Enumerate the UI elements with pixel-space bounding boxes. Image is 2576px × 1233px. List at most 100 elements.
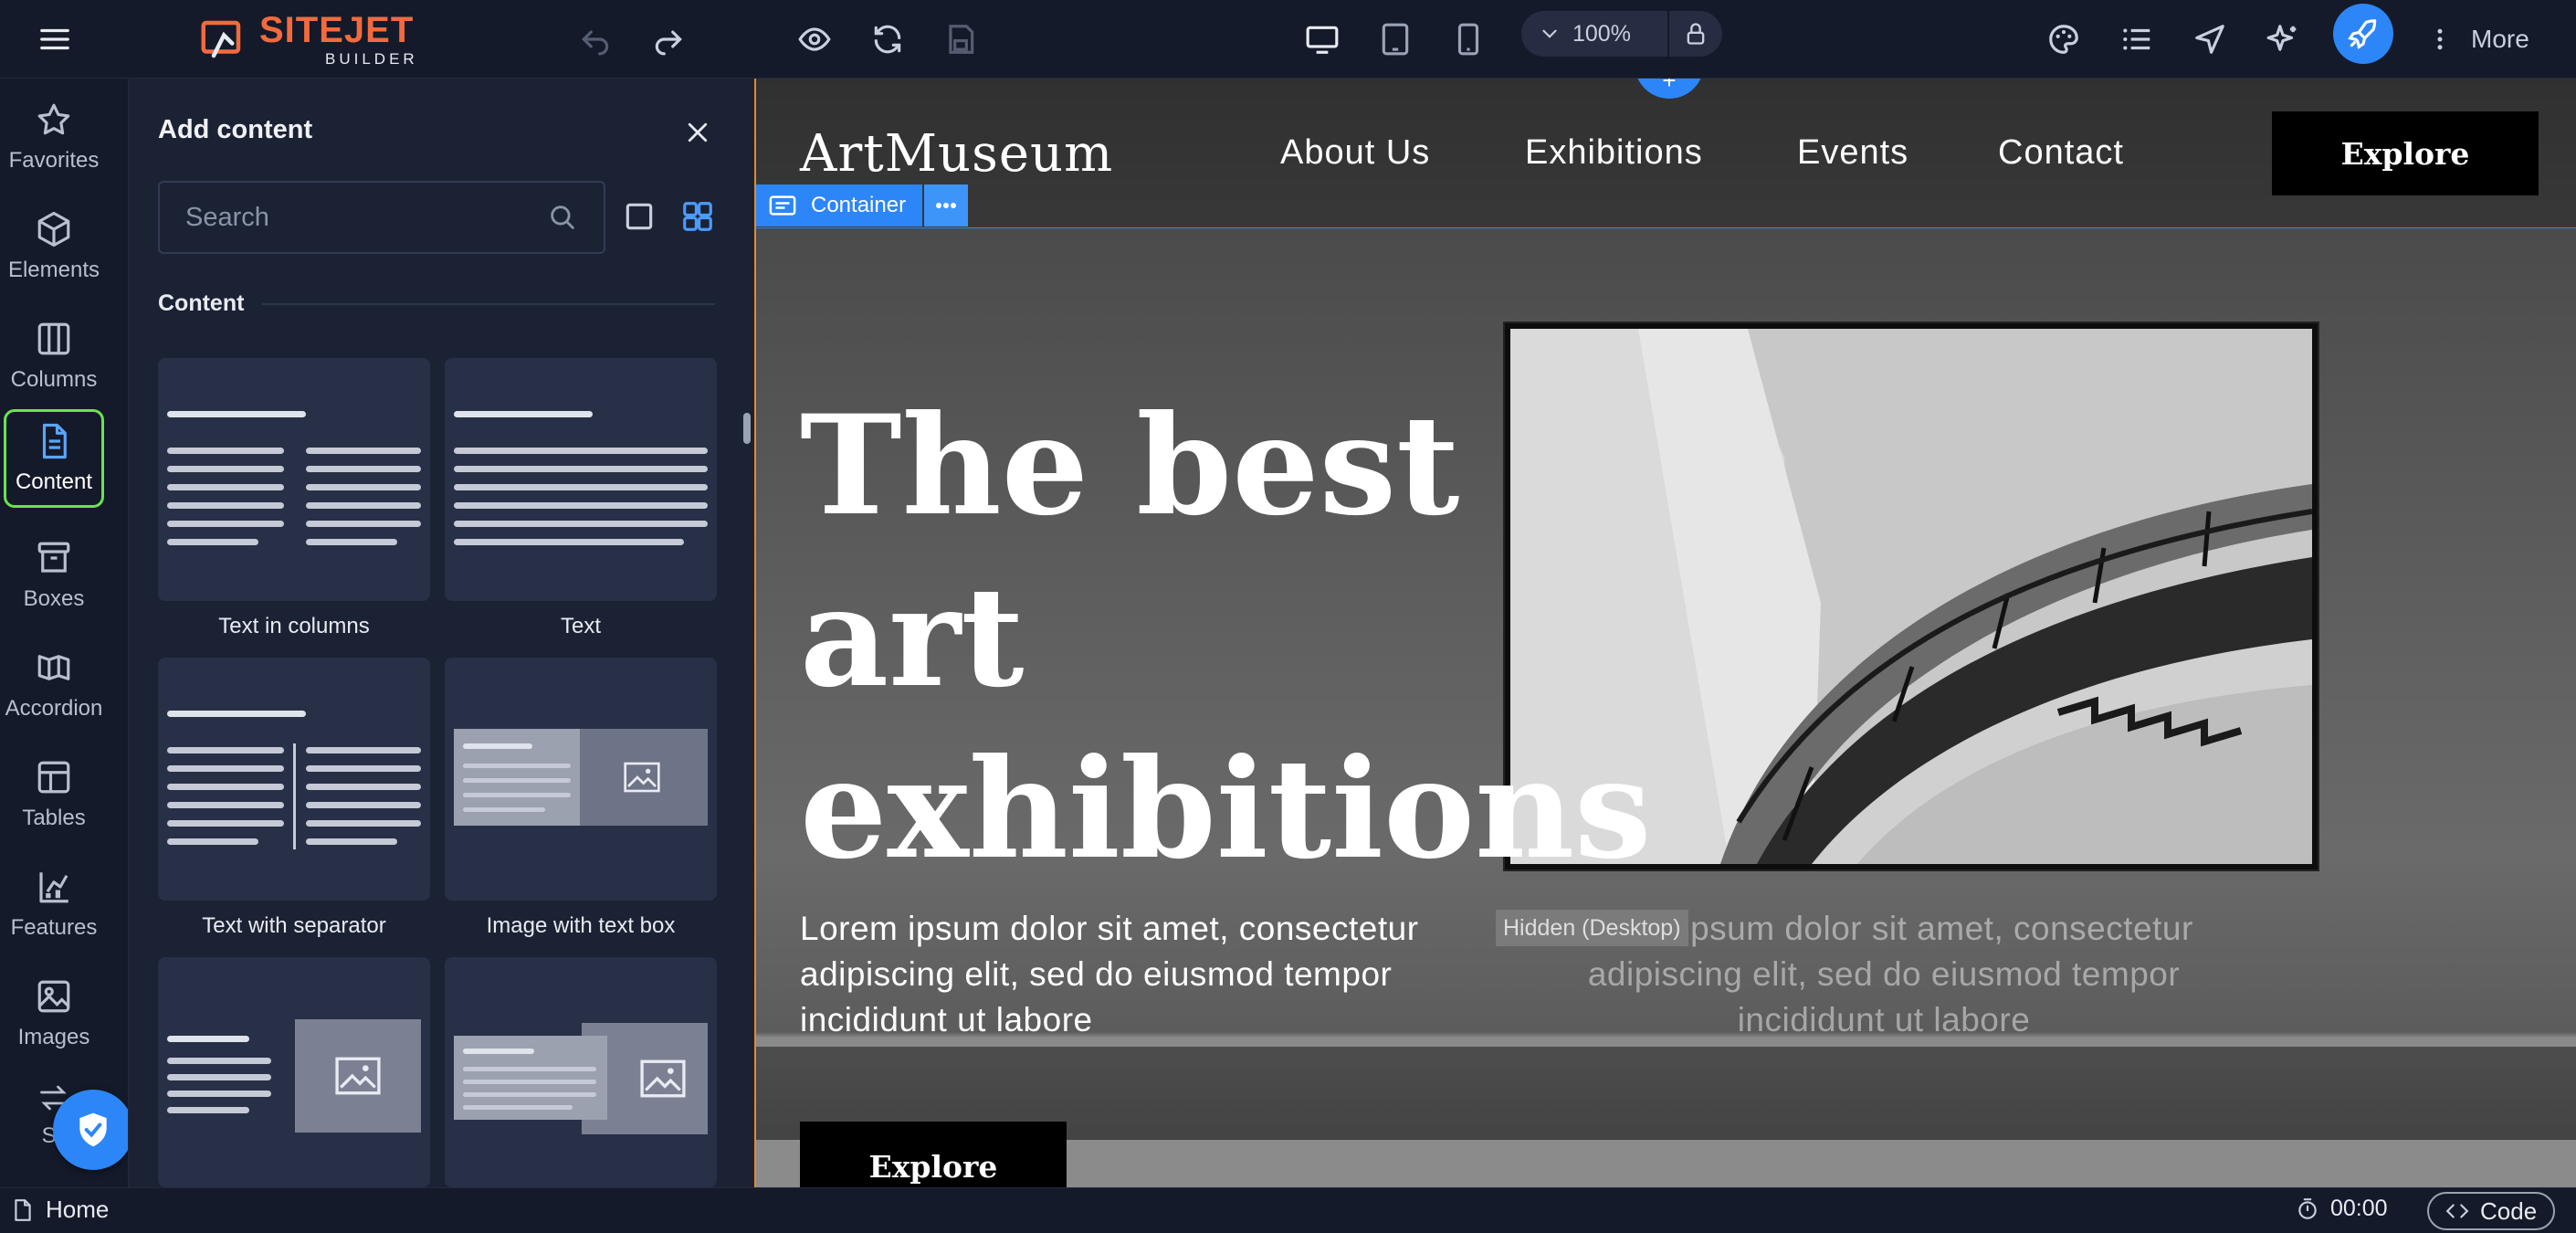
- search-icon: [551, 206, 574, 229]
- tile-text-in-columns[interactable]: [158, 358, 430, 601]
- mobile-view-icon[interactable]: [1441, 12, 1496, 67]
- sitejet-logo-icon: [201, 20, 241, 58]
- nav-link-contact[interactable]: Contact: [1998, 133, 2124, 173]
- palette-icon[interactable]: [2036, 12, 2091, 67]
- rail-item-favorites[interactable]: Favorites: [4, 88, 104, 186]
- container-badge[interactable]: Container: [756, 184, 969, 227]
- status-bar: Home 00:00 Code: [0, 1187, 2576, 1233]
- rocket-icon: [2348, 19, 2377, 49]
- lock-icon[interactable]: [1667, 11, 1722, 57]
- chevron-down-icon[interactable]: [1538, 22, 1561, 46]
- shield-check-icon: [79, 1112, 107, 1147]
- logo-main-text: SITEJET: [259, 10, 415, 50]
- panel-resize-handle[interactable]: [743, 413, 751, 444]
- tile-label: Text with separator: [202, 913, 386, 938]
- search-placeholder: Search: [185, 202, 269, 232]
- rail-item-label: Accordion: [5, 696, 103, 721]
- rail-item-tables[interactable]: Tables: [4, 745, 104, 844]
- rail-item-features[interactable]: Features: [4, 855, 104, 954]
- features-icon: [39, 872, 68, 903]
- container-label: Container: [811, 193, 907, 217]
- nav-link-events[interactable]: Events: [1797, 133, 1908, 173]
- rail-item-label: Images: [17, 1025, 90, 1049]
- tile-label: Text: [560, 614, 601, 638]
- logo-sub-text: BUILDER: [325, 50, 418, 68]
- timer-value: 00:00: [2330, 1196, 2388, 1221]
- top-toolbar: SITEJET BUILDER 100% More: [0, 0, 2576, 79]
- save-icon[interactable]: [933, 12, 988, 67]
- undo-icon[interactable]: [568, 12, 623, 67]
- archive-icon: [37, 542, 70, 573]
- grid-view-icon[interactable]: [680, 199, 715, 238]
- rail-item-columns[interactable]: Columns: [4, 307, 104, 406]
- add-content-panel: Add content Search Content Text in colum…: [128, 79, 754, 1187]
- more-label: More: [2471, 25, 2529, 53]
- desktop-view-icon[interactable]: [1295, 12, 1350, 67]
- timer: 00:00: [2296, 1196, 2388, 1222]
- star-icon: [37, 103, 70, 135]
- image-placeholder-icon: [640, 1059, 686, 1098]
- search-input[interactable]: Search: [158, 181, 605, 254]
- image-placeholder-icon: [624, 762, 660, 793]
- list-icon[interactable]: [2109, 12, 2164, 67]
- preview-eye-icon[interactable]: [787, 12, 842, 67]
- site-logo[interactable]: ArtMuseum: [800, 124, 1113, 184]
- rail-item-label: Elements: [7, 258, 100, 282]
- stopwatch-icon: [2298, 1197, 2317, 1219]
- document-icon: [42, 423, 67, 459]
- accordion-icon: [37, 655, 70, 680]
- rail-item-label: Boxes: [23, 586, 85, 611]
- explore-button-header[interactable]: Explore: [2272, 111, 2539, 195]
- rail-item-content[interactable]: Content: [4, 409, 104, 508]
- publish-rocket-button[interactable]: [2333, 4, 2393, 64]
- close-icon[interactable]: [677, 111, 719, 153]
- rail-item-label: Tables: [22, 806, 86, 830]
- menu-icon[interactable]: [27, 12, 82, 67]
- site-header[interactable]: ArtMuseum About Us Exhibitions Events Co…: [756, 79, 2576, 228]
- rail-item-label: Columns: [10, 367, 98, 392]
- explore-button-hero[interactable]: Explore: [800, 1122, 1067, 1187]
- nav-link-exhibitions[interactable]: Exhibitions: [1525, 133, 1703, 173]
- tile-text[interactable]: [445, 358, 717, 601]
- sitejet-logo: SITEJET BUILDER: [197, 9, 418, 69]
- refresh-icon[interactable]: [860, 12, 915, 67]
- cube-icon: [37, 211, 70, 248]
- redo-icon[interactable]: [641, 12, 696, 67]
- image-icon: [37, 980, 70, 1013]
- more-menu-button[interactable]: More: [2429, 12, 2529, 67]
- navigate-icon[interactable]: [2182, 12, 2237, 67]
- website-canvas[interactable]: ArtMuseum About Us Exhibitions Events Co…: [754, 79, 2576, 1187]
- tile-label: Text in columns: [218, 614, 370, 638]
- hero-text[interactable]: Lorem ipsum dolor sit amet, consectetur …: [800, 906, 1476, 1043]
- security-shield-button[interactable]: [53, 1090, 133, 1170]
- section-title: Content: [158, 290, 245, 316]
- code-button[interactable]: Code: [2427, 1192, 2556, 1230]
- tablet-view-icon[interactable]: [1368, 12, 1423, 67]
- tile-label: Image with text box: [486, 913, 676, 938]
- tile-text-with-image[interactable]: [158, 957, 430, 1187]
- image-placeholder-icon: [335, 1057, 381, 1095]
- table-icon: [37, 761, 70, 794]
- sparkle-icon[interactable]: [2255, 12, 2310, 67]
- single-view-icon[interactable]: [622, 199, 657, 238]
- zoom-control[interactable]: 100%: [1521, 11, 1722, 57]
- nav-link-about-us[interactable]: About Us: [1280, 133, 1430, 173]
- tile-text-with-separator[interactable]: [158, 658, 430, 901]
- rail-item-images[interactable]: Images: [4, 964, 104, 1063]
- container-more-icon[interactable]: [924, 184, 969, 227]
- rail-item-label: Features: [10, 915, 98, 940]
- rail-item-elements[interactable]: Elements: [4, 197, 104, 296]
- code-label: Code: [2480, 1196, 2538, 1225]
- left-rail: Favorites Elements Columns Content Boxes…: [0, 79, 128, 1233]
- rail-item-boxes[interactable]: Boxes: [4, 526, 104, 625]
- rail-item-label: Content: [15, 469, 93, 494]
- rail-item-accordion[interactable]: Accordion: [4, 636, 104, 734]
- tile-text-box-over-image[interactable]: [445, 957, 717, 1187]
- zoom-value: 100%: [1572, 20, 1631, 47]
- rail-item-label: Favorites: [8, 148, 100, 173]
- tile-image-with-text-box[interactable]: [445, 658, 717, 901]
- current-page-selector[interactable]: Home: [13, 1196, 109, 1224]
- code-icon: [2445, 1204, 2469, 1218]
- section-header: Content: [158, 290, 715, 317]
- hero-title[interactable]: The best art exhibitions: [800, 380, 1652, 895]
